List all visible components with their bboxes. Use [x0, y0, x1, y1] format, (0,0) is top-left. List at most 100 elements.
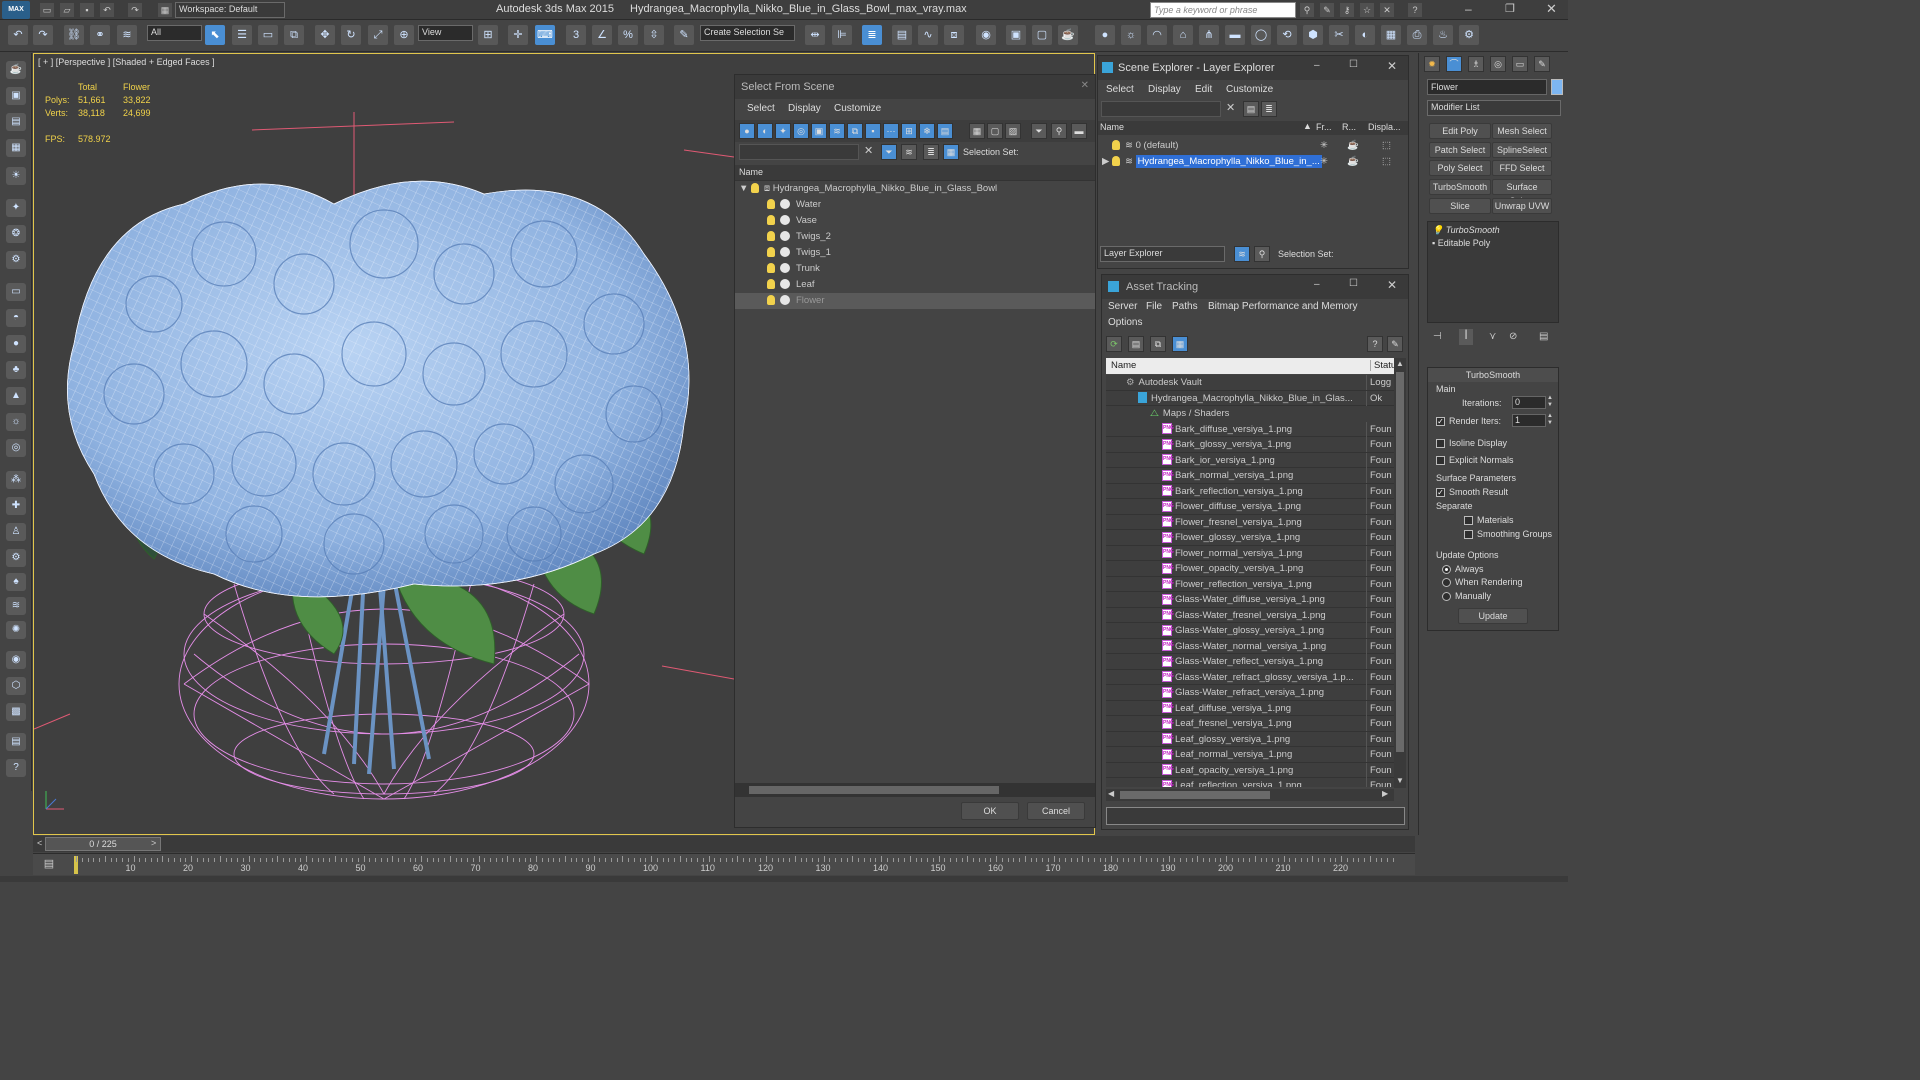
rect-selection-icon[interactable]: ▭ [258, 25, 278, 45]
cancel-button[interactable]: Cancel [1027, 802, 1085, 820]
layer-row-selected[interactable]: ▶ ≋ Hydrangea_Macrophylla_Nikko_Blue_in_… [1098, 154, 1408, 170]
patch-select-button[interactable]: Patch Select [1429, 142, 1491, 158]
create-light-icon[interactable]: ☀ [6, 167, 26, 185]
menu-options[interactable]: Options [1108, 314, 1142, 332]
horizontal-scrollbar[interactable]: ◀ ▶ [1106, 789, 1394, 801]
display-shapes-icon[interactable]: ◐ [757, 123, 773, 139]
smoothing-groups-row[interactable]: Smoothing Groups [1464, 529, 1552, 540]
vray-clipper-icon[interactable]: ✂ [1329, 25, 1349, 45]
asset-row-map[interactable]: PNGLeaf_glossy_versiya_1.png Foun [1106, 731, 1394, 747]
asset-row-maps-folder[interactable]: ⧍ Maps / Shaders [1106, 406, 1394, 422]
scrollbar-thumb[interactable] [1396, 372, 1404, 752]
list-item[interactable]: Water [735, 197, 1095, 213]
help-circle-icon[interactable]: ? [6, 759, 26, 777]
help-icon[interactable]: ? [1408, 3, 1422, 17]
render-setup-icon[interactable]: ▣ [1006, 25, 1026, 45]
bulb-icon[interactable] [767, 295, 775, 306]
schematic-view-icon[interactable]: ⧈ [944, 25, 964, 45]
create-system-icon[interactable]: ⚙ [6, 251, 26, 269]
create-sphere-icon[interactable]: ● [6, 335, 26, 353]
vray-sun-icon[interactable]: ☼ [1121, 25, 1141, 45]
when-rendering-row[interactable]: When Rendering [1442, 577, 1523, 588]
unlink-icon[interactable]: ⚭ [90, 25, 110, 45]
menu-select[interactable]: Select [1106, 81, 1134, 99]
maximize-icon[interactable]: ☐ [1349, 278, 1358, 289]
vray-mesh-export-icon[interactable]: ⬢ [1303, 25, 1323, 45]
minimize-icon[interactable]: – [1314, 279, 1320, 290]
vray-frame-buffer-icon[interactable]: ⟲ [1277, 25, 1297, 45]
create-ball-icon[interactable]: ◉ [6, 651, 26, 669]
rendered-frame-icon[interactable]: ▢ [1032, 25, 1052, 45]
asset-row-map[interactable]: PNGGlass-Water_reflect_versiya_1.png Foun [1106, 654, 1394, 670]
open-file-icon[interactable]: ▱ [60, 3, 74, 17]
asset-row-vault[interactable]: ⚙ Autodesk Vault Logg [1106, 375, 1394, 391]
asset-row-map[interactable]: PNGLeaf_normal_versiya_1.png Foun [1106, 747, 1394, 763]
scale-icon[interactable]: ⤢ [368, 25, 388, 45]
asset-row-map[interactable]: PNGFlower_fresnel_versiya_1.png Foun [1106, 514, 1394, 530]
bind-space-warp-icon[interactable]: ≋ [117, 25, 137, 45]
highlight-icon[interactable]: ✎ [1387, 336, 1403, 352]
select-by-name-icon[interactable]: ☰ [232, 25, 252, 45]
vertical-scrollbar[interactable]: ▲ ▼ [1394, 358, 1406, 788]
display-tab-icon[interactable]: ▭ [1512, 56, 1528, 72]
spinner-snap-icon[interactable]: ⇳ [644, 25, 664, 45]
menu-paths[interactable]: Paths [1172, 298, 1198, 316]
star-icon[interactable]: ☆ [1360, 3, 1374, 17]
layers-mode-icon[interactable]: ≋ [1234, 246, 1250, 262]
create-biped-icon[interactable]: ♙ [6, 523, 26, 541]
list-item[interactable]: Vase [735, 213, 1095, 229]
bulb-icon[interactable] [767, 279, 775, 290]
turbosmooth-button[interactable]: TurboSmooth [1429, 179, 1491, 195]
render-icon[interactable]: ☕ [1347, 154, 1359, 170]
show-end-result-icon[interactable]: | [1459, 329, 1473, 345]
column-render[interactable]: R... [1342, 122, 1356, 132]
display-geometry-icon[interactable]: ● [739, 123, 755, 139]
menu-bitmap-performance[interactable]: Bitmap Performance and Memory [1208, 298, 1358, 316]
vray-dome-icon[interactable]: ◠ [1147, 25, 1167, 45]
create-gear-icon[interactable]: ⚙ [6, 549, 26, 567]
create-sun-icon[interactable]: ☼ [6, 413, 26, 431]
exchange-icon[interactable]: ✕ [1380, 3, 1394, 17]
explicit-normals-checkbox[interactable] [1436, 456, 1445, 466]
create-fx-icon[interactable]: ✺ [6, 621, 26, 639]
vray-sphere-icon[interactable]: ◯ [1251, 25, 1271, 45]
restore-icon[interactable]: ❐ [1505, 2, 1515, 15]
pin-stack-icon[interactable]: ⊣ [1433, 331, 1442, 342]
select-object-icon[interactable]: ⬉ [205, 25, 225, 45]
remove-modifier-icon[interactable]: ⊘ [1509, 331, 1517, 342]
undo-icon[interactable]: ↶ [100, 3, 114, 17]
menu-customize[interactable]: Customize [1226, 81, 1273, 99]
find-field[interactable] [739, 144, 859, 160]
asset-row-map[interactable]: PNGFlower_glossy_versiya_1.png Foun [1106, 530, 1394, 546]
select-all-icon[interactable]: ▦ [969, 123, 985, 139]
column-status[interactable]: Statu [1370, 360, 1396, 371]
update-button[interactable]: Update [1458, 608, 1528, 624]
project-folder-icon[interactable]: ▦ [158, 3, 172, 17]
menu-select[interactable]: Select [747, 100, 775, 118]
iterations-spinner[interactable]: 0 [1512, 396, 1546, 409]
rotate-icon[interactable]: ↻ [341, 25, 361, 45]
add-to-layer-icon[interactable]: ≣ [1261, 101, 1277, 117]
freeze-icon[interactable]: ✳ [1320, 138, 1328, 154]
vray-proxy-icon[interactable]: ⌂ [1173, 25, 1193, 45]
edit-mesh-icon[interactable]: ⬡ [6, 677, 26, 695]
asset-path-field[interactable] [1106, 807, 1405, 825]
document-icon[interactable]: ▤ [6, 733, 26, 751]
column-frozen[interactable]: Fr... [1316, 122, 1332, 132]
vray-toon-icon[interactable]: ◐ [1355, 25, 1375, 45]
asset-row-map[interactable]: PNGFlower_normal_versiya_1.png Foun [1106, 545, 1394, 561]
create-rectangle-icon[interactable]: ▭ [6, 283, 26, 301]
menu-edit[interactable]: Edit [1195, 81, 1212, 99]
isoline-checkbox[interactable] [1436, 439, 1445, 449]
create-helper-icon[interactable]: ✦ [6, 199, 26, 217]
expand-icon[interactable]: ▶ [1102, 156, 1112, 167]
display-helpers-icon[interactable]: ▣ [811, 123, 827, 139]
column-name[interactable]: Name [739, 167, 763, 177]
create-teapot-icon[interactable]: ☕ [6, 61, 26, 79]
place-icon[interactable]: ⊕ [394, 25, 414, 45]
vray-scene-icon[interactable]: ▦ [1381, 25, 1401, 45]
create-box-icon[interactable]: ▣ [6, 87, 26, 105]
display-hidden-icon[interactable]: ▤ [937, 123, 953, 139]
workspace-selector[interactable]: Workspace: Default [175, 2, 285, 18]
select-none-icon[interactable]: ▢ [987, 123, 1003, 139]
